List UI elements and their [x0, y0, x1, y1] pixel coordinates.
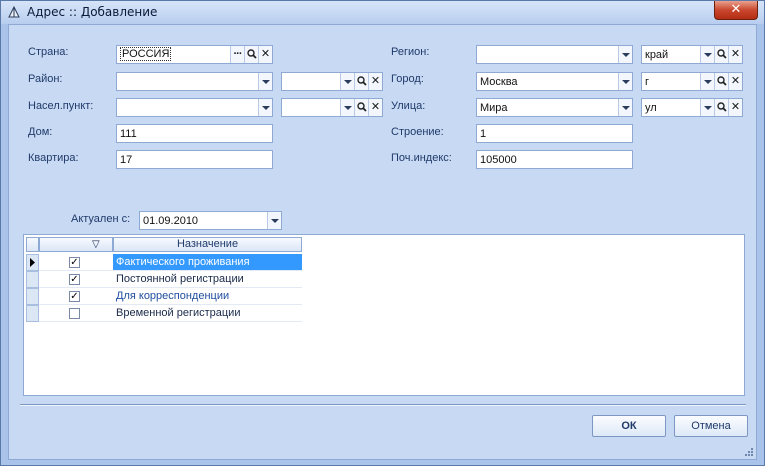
- clear-icon[interactable]: ✕: [368, 73, 382, 90]
- app-icon: [8, 5, 20, 18]
- apartment-input[interactable]: 17: [116, 150, 273, 169]
- table-row[interactable]: Временной регистрации: [24, 305, 304, 322]
- row-indicator[interactable]: [26, 254, 39, 271]
- purpose-grid[interactable]: ▽ Назначение ✓ Фактического проживания ✓ По…: [23, 234, 745, 396]
- search-icon[interactable]: [714, 99, 728, 116]
- table-row[interactable]: ✓ Постоянной регистрации: [24, 271, 304, 288]
- country-label: Страна:: [28, 46, 69, 58]
- city-value: Москва: [480, 76, 518, 88]
- browse-icon[interactable]: ···: [230, 46, 244, 63]
- row-indicator[interactable]: [26, 271, 39, 288]
- country-field[interactable]: РОССИЯ ··· ✕: [116, 45, 273, 64]
- chevron-down-icon[interactable]: [618, 99, 632, 116]
- street-label: Улица:: [391, 100, 426, 112]
- region-type-combo[interactable]: край ✕: [641, 45, 743, 64]
- chevron-down-icon[interactable]: [618, 46, 632, 63]
- grid-header-checkbox[interactable]: ▽: [39, 237, 113, 252]
- street-type-value: ул: [645, 102, 657, 114]
- row-checkbox-cell: ✓: [39, 288, 113, 305]
- window-title: Адрес :: Добавление: [27, 5, 158, 19]
- postcode-input[interactable]: 105000: [476, 150, 633, 169]
- grid-header-indicator: [26, 237, 39, 252]
- actual-from-value: 01.09.2010: [143, 215, 199, 227]
- house-input[interactable]: 111: [116, 124, 273, 143]
- row-checkbox-cell: ✓: [39, 254, 113, 271]
- current-row-icon: [30, 258, 35, 267]
- row-indicator[interactable]: [26, 305, 39, 322]
- region-type-value: край: [645, 49, 669, 61]
- row-indicator[interactable]: [26, 288, 39, 305]
- table-row[interactable]: ✓ Для корреспонденции: [24, 288, 304, 305]
- locality-label: Насел.пункт:: [28, 100, 94, 112]
- table-row[interactable]: ✓ Фактического проживания: [24, 254, 304, 271]
- city-label: Город:: [391, 73, 424, 85]
- clear-icon[interactable]: ✕: [258, 46, 272, 63]
- street-type-combo[interactable]: ул ✕: [641, 98, 743, 117]
- row-checkbox-cell: [39, 305, 113, 322]
- dialog-window: Адрес :: Добавление ✕ Страна: Район: Нас…: [0, 0, 765, 466]
- search-icon[interactable]: [714, 46, 728, 63]
- chevron-down-icon[interactable]: [700, 99, 714, 116]
- filter-icon[interactable]: ▽: [92, 238, 100, 251]
- row-name[interactable]: Фактического проживания: [113, 254, 302, 271]
- search-icon[interactable]: [244, 46, 258, 63]
- actual-from-date[interactable]: 01.09.2010: [139, 211, 282, 230]
- chevron-down-icon[interactable]: [700, 73, 714, 90]
- row-checkbox[interactable]: ✓: [69, 274, 80, 285]
- locality-combo[interactable]: [116, 98, 273, 117]
- city-type-combo[interactable]: г ✕: [641, 72, 743, 91]
- building-input[interactable]: 1: [476, 124, 633, 143]
- chevron-down-icon[interactable]: [340, 99, 354, 116]
- title-bar[interactable]: Адрес :: Добавление ✕: [1, 1, 764, 24]
- row-checkbox[interactable]: ✓: [69, 257, 80, 268]
- city-combo[interactable]: Москва: [476, 72, 633, 91]
- separator: [20, 404, 746, 406]
- clear-icon[interactable]: ✕: [728, 99, 742, 116]
- city-type-value: г: [645, 76, 650, 88]
- clear-icon[interactable]: ✕: [728, 46, 742, 63]
- clear-icon[interactable]: ✕: [728, 73, 742, 90]
- district-label: Район:: [28, 73, 63, 85]
- district-combo[interactable]: [116, 72, 273, 91]
- actual-from-label: Актуален с:: [71, 213, 131, 225]
- grid-header-name[interactable]: Назначение: [113, 237, 302, 252]
- country-value: РОССИЯ: [120, 47, 172, 61]
- chevron-down-icon[interactable]: [340, 73, 354, 90]
- country-buttons: ··· ✕: [230, 46, 272, 63]
- chevron-down-icon[interactable]: [258, 99, 272, 116]
- cancel-button[interactable]: Отмена: [674, 415, 748, 437]
- region-combo[interactable]: [476, 45, 633, 64]
- chevron-down-icon[interactable]: [700, 46, 714, 63]
- street-value: Мира: [480, 102, 508, 114]
- region-label: Регион:: [391, 46, 430, 58]
- dialog-body: Страна: Район: Насел.пункт: Дом: Квартир…: [8, 24, 757, 460]
- row-name[interactable]: Постоянной регистрации: [113, 271, 302, 288]
- row-name[interactable]: Временной регистрации: [113, 305, 302, 322]
- search-icon[interactable]: [354, 73, 368, 90]
- apartment-label: Квартира:: [28, 152, 79, 164]
- house-label: Дом:: [28, 126, 53, 138]
- close-button[interactable]: ✕: [714, 1, 758, 20]
- postcode-label: Поч.индекс:: [391, 152, 452, 164]
- street-combo[interactable]: Мира: [476, 98, 633, 117]
- district-type-combo[interactable]: ✕: [281, 72, 383, 91]
- chevron-down-icon[interactable]: [267, 212, 281, 229]
- row-checkbox-cell: ✓: [39, 271, 113, 288]
- resize-grip-icon[interactable]: [744, 447, 754, 457]
- search-icon[interactable]: [714, 73, 728, 90]
- chevron-down-icon[interactable]: [258, 73, 272, 90]
- row-name[interactable]: Для корреспонденции: [113, 288, 302, 305]
- chevron-down-icon[interactable]: [618, 73, 632, 90]
- building-label: Строение:: [391, 126, 444, 138]
- ok-button[interactable]: ОК: [592, 415, 666, 437]
- row-checkbox[interactable]: ✓: [69, 291, 80, 302]
- locality-type-combo[interactable]: ✕: [281, 98, 383, 117]
- row-checkbox[interactable]: [69, 308, 80, 319]
- search-icon[interactable]: [354, 99, 368, 116]
- clear-icon[interactable]: ✕: [368, 99, 382, 116]
